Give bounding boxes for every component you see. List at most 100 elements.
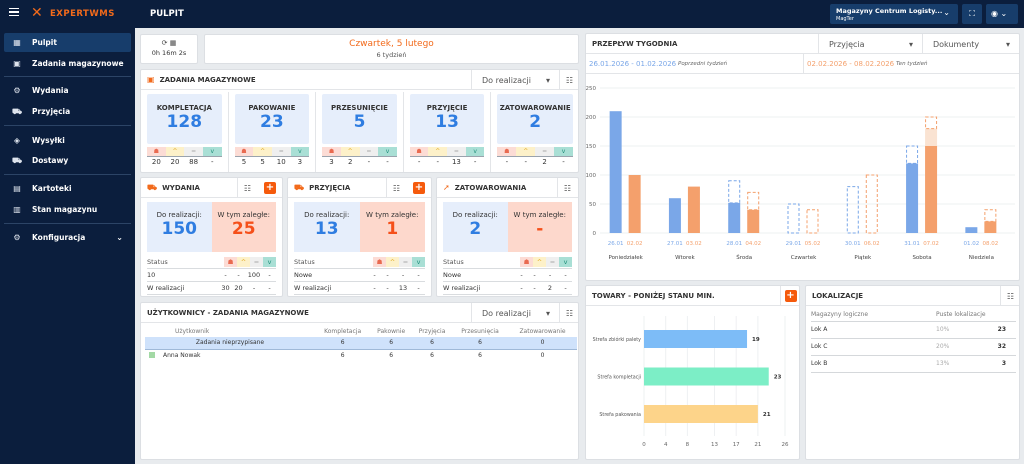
status-row[interactable]: 10- -100-: [147, 269, 276, 282]
overdue-box[interactable]: W tym zaległe: 25: [211, 202, 276, 252]
bar-realized[interactable]: [668, 198, 681, 233]
low-stock-add-button[interactable]: +: [780, 286, 800, 306]
to-do-box[interactable]: Do realizacji: 2: [443, 202, 508, 252]
table-row[interactable]: Lok B 13% 3: [811, 355, 1016, 373]
settings-button[interactable]: ☷: [557, 178, 577, 198]
fullscreen-icon: ⛶: [969, 9, 975, 18]
users-filter-select[interactable]: Do realizacji ▾: [471, 303, 560, 323]
sidebar-item-dostawy[interactable]: ⛟ Dostawy: [4, 151, 131, 170]
priority-count[interactable]: 3: [322, 158, 341, 168]
bar-planned[interactable]: [846, 186, 859, 234]
status-row[interactable]: W realizacji - - 13 -: [294, 282, 425, 295]
priority-count[interactable]: 5: [253, 158, 272, 168]
sidebar-item-przyjęcia[interactable]: ⛟ Przyjęcia: [4, 102, 131, 121]
stock-bar[interactable]: [644, 367, 769, 386]
locations-settings-button[interactable]: ☷: [1000, 286, 1020, 306]
bar-realized[interactable]: [925, 146, 938, 233]
bar-realized[interactable]: [628, 175, 641, 233]
bar-realized[interactable]: [687, 186, 700, 233]
task-card-pakowanie[interactable]: PAKOWANIE 23 ☗ ^ = v 5 5 10 3: [229, 92, 317, 172]
sidebar-item-konfiguracja[interactable]: ⚙ Konfiguracja ⌄: [4, 228, 131, 247]
overdue-box[interactable]: W tym zaległe: 1: [359, 202, 425, 252]
sidebar-item-stan-magazynu[interactable]: ▥ Stan magazynu: [4, 200, 131, 219]
status-row[interactable]: W realizacji 30 20 - -: [147, 282, 276, 295]
menu-icon[interactable]: [9, 8, 19, 16]
status-row[interactable]: Nowe - - - -: [294, 269, 425, 282]
task-card-kompletacja[interactable]: KOMPLETACJA 128 ☗ ^ = v 20 20 88-: [141, 92, 229, 172]
priority-count[interactable]: 20: [147, 158, 166, 168]
to-do-box[interactable]: Do realizacji: 150: [147, 202, 212, 252]
add-button[interactable]: +: [413, 182, 425, 194]
bar-planned[interactable]: [984, 209, 997, 222]
bar-realized[interactable]: [728, 202, 741, 233]
bar-planned[interactable]: [925, 116, 938, 130]
flow-type-select[interactable]: Przyjęcia ▾: [818, 34, 923, 54]
task-card-przesunięcie[interactable]: PRZESUNIĘCIE 5 ☗ ^ = v 3 2- -: [316, 92, 404, 172]
priority-count[interactable]: -: [203, 158, 222, 168]
sidebar: ▦ Pulpit ▣ Zadania magazynowe ⚙ Wydania ⛟ Przyj…: [0, 28, 135, 464]
priority-count[interactable]: 2: [341, 158, 360, 168]
sidebar-item-wysyłki[interactable]: ◈ Wysyłki: [4, 131, 131, 150]
priority-count[interactable]: -: [360, 158, 379, 168]
priority-count[interactable]: -: [497, 158, 516, 168]
user-menu-button[interactable]: ◉ ⌄: [986, 4, 1018, 24]
table-row[interactable]: Anna Nowak 6 6 6 6 0: [145, 349, 577, 361]
bar-realized[interactable]: [984, 221, 997, 233]
sidebar-item-zadania-magazynowe[interactable]: ▣ Zadania magazynowe: [4, 54, 131, 73]
column-header[interactable]: Przesunięcia: [452, 326, 508, 337]
priority-count[interactable]: 10: [272, 158, 291, 168]
column-header[interactable]: Przyjęcia: [412, 326, 452, 337]
flow-unit-select[interactable]: Dokumenty ▾: [922, 34, 1020, 54]
bar-realized[interactable]: [906, 163, 919, 233]
bar-realized[interactable]: [965, 227, 978, 233]
status-row[interactable]: Nowe - - - -: [443, 269, 572, 282]
add-button[interactable]: +: [264, 182, 276, 194]
bar-in-progress[interactable]: [925, 128, 938, 146]
task-card-przyjęcie[interactable]: PRZYJĘCIE 13 ☗ ^ = v - -13-: [404, 92, 492, 172]
fullscreen-button[interactable]: ⛶: [962, 4, 982, 24]
column-header[interactable]: Użytkownik: [145, 326, 315, 337]
bar-realized[interactable]: [747, 209, 760, 233]
priority-count[interactable]: -: [378, 158, 397, 168]
overdue-box[interactable]: W tym zaległe: -: [507, 202, 572, 252]
task-card-zatowarowanie[interactable]: ZATOWAROWANIE 2 ☗ ^ = v - -2-: [491, 92, 579, 172]
column-header[interactable]: Pakownie: [370, 326, 412, 337]
priority-count[interactable]: 5: [235, 158, 254, 168]
table-row[interactable]: Lok A 10% 23: [811, 321, 1016, 339]
priority-count[interactable]: 2: [535, 158, 554, 168]
table-row[interactable]: Lok C 20% 32: [811, 338, 1016, 356]
bar-planned[interactable]: [728, 180, 741, 204]
priority-count[interactable]: -: [516, 158, 535, 168]
settings-button[interactable]: ☷: [237, 178, 257, 198]
status-row[interactable]: W realizacji - - 2 -: [443, 282, 572, 295]
bar-planned[interactable]: [787, 203, 800, 234]
priority-count[interactable]: -: [428, 158, 447, 168]
priority-count[interactable]: -: [410, 158, 429, 168]
sidebar-item-pulpit[interactable]: ▦ Pulpit: [4, 33, 131, 52]
column-header[interactable]: Zatowarowanie: [508, 326, 577, 337]
priority-count[interactable]: 88: [184, 158, 203, 168]
refresh-icon[interactable]: ⟳ ▦: [141, 39, 197, 47]
priority-count[interactable]: 20: [166, 158, 185, 168]
tasks-filter-select[interactable]: Do realizacji ▾: [471, 70, 560, 90]
priority-count[interactable]: 3: [291, 158, 310, 168]
stock-bar[interactable]: [644, 330, 748, 348]
settings-button[interactable]: ☷: [386, 178, 406, 198]
priority-count[interactable]: -: [554, 158, 573, 168]
warehouse-selector[interactable]: Magazyny Centrum Logisty... MagTer ⌄: [830, 4, 958, 24]
to-do-box[interactable]: Do realizacji: 13: [294, 202, 360, 252]
bar-planned[interactable]: [747, 191, 760, 211]
priority-count[interactable]: -: [466, 158, 485, 168]
tasks-settings-button[interactable]: ☷: [559, 70, 579, 90]
bar-planned[interactable]: [806, 209, 819, 234]
priority-count[interactable]: 13: [447, 158, 466, 168]
users-settings-button[interactable]: ☷: [559, 303, 579, 323]
sidebar-item-wydania[interactable]: ⚙ Wydania: [4, 81, 131, 100]
location-empty-pct: 20%: [936, 338, 970, 356]
column-header[interactable]: Kompletacja: [315, 326, 370, 337]
sidebar-item-kartoteki[interactable]: ▤ Kartoteki: [4, 179, 131, 198]
table-row[interactable]: Zadania nieprzypisane 6 6 6 6 0: [145, 337, 577, 349]
stock-bar[interactable]: [644, 405, 758, 423]
bar-realized[interactable]: [609, 111, 622, 233]
bar-planned[interactable]: [906, 145, 919, 164]
